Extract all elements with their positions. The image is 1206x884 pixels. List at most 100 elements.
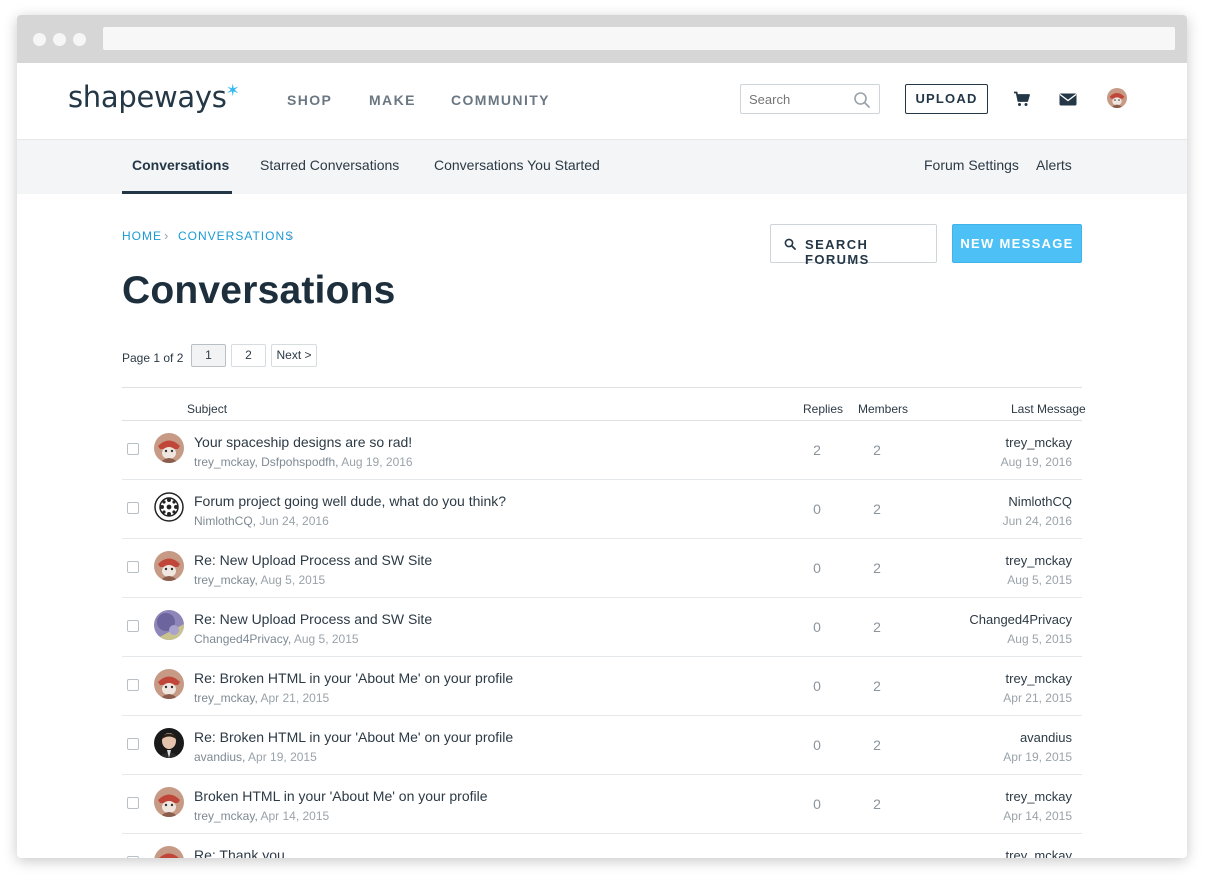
started-date: Aug 5, 2015 xyxy=(260,573,326,587)
mail-icon[interactable] xyxy=(1059,93,1077,106)
last-message-user[interactable]: trey_mckay xyxy=(1006,848,1072,858)
search-icon xyxy=(784,238,796,250)
conversation-subject-link[interactable]: Re: Broken HTML in your 'About Me' on yo… xyxy=(194,670,513,686)
conversation-subject-link[interactable]: Re: Broken HTML in your 'About Me' on yo… xyxy=(194,729,513,745)
last-message-date: Aug 19, 2016 xyxy=(1000,455,1072,469)
row-checkbox[interactable] xyxy=(127,856,139,858)
tab-conversations-you-started[interactable]: Conversations You Started xyxy=(434,157,600,173)
conversation-meta: trey_mckay, Aug 5, 2015 xyxy=(194,573,325,587)
row-checkbox[interactable] xyxy=(127,679,139,691)
shapeways-logo[interactable]: shapeways✶ xyxy=(68,80,241,114)
column-header-subject: Subject xyxy=(187,402,228,416)
table-row[interactable]: Re: Broken HTML in your 'About Me' on yo… xyxy=(122,716,1082,775)
address-bar[interactable] xyxy=(103,27,1175,50)
participants[interactable]: avandius, xyxy=(194,750,245,764)
table-row[interactable]: Re: New Upload Process and SW Site trey_m… xyxy=(122,539,1082,598)
participants[interactable]: trey_mckay, Dsfpohspodfh, xyxy=(194,455,339,469)
author-avatar[interactable] xyxy=(154,610,184,640)
tab-starred-conversations[interactable]: Starred Conversations xyxy=(260,157,399,173)
user-avatar[interactable] xyxy=(1107,88,1127,108)
last-message-user[interactable]: trey_mckay xyxy=(1006,435,1072,450)
conversation-subject-link[interactable]: Forum project going well dude, what do y… xyxy=(194,493,506,509)
last-message-date: Apr 14, 2015 xyxy=(1003,809,1072,823)
browser-window: shapeways✶ SHOP MAKE COMMUNITY UPLOAD xyxy=(17,15,1187,858)
last-message-user[interactable]: trey_mckay xyxy=(1006,789,1072,804)
upload-button[interactable]: UPLOAD xyxy=(905,84,988,114)
participants[interactable]: trey_mckay, xyxy=(194,691,258,705)
row-checkbox[interactable] xyxy=(127,502,139,514)
last-message-date: Apr 21, 2015 xyxy=(1003,691,1072,705)
replies-count: 0 xyxy=(813,560,821,576)
conversation-subject-link[interactable]: Broken HTML in your 'About Me' on your p… xyxy=(194,788,488,804)
replies-count: 0 xyxy=(807,855,827,858)
table-row[interactable]: Broken HTML in your 'About Me' on your p… xyxy=(122,775,1082,834)
site-header: shapeways✶ SHOP MAKE COMMUNITY UPLOAD xyxy=(17,63,1187,140)
participants[interactable]: trey_mckay, xyxy=(194,573,258,587)
author-avatar[interactable] xyxy=(154,787,184,817)
conversation-subject-link[interactable]: Your spaceship designs are so rad! xyxy=(194,434,412,450)
nav-shop[interactable]: SHOP xyxy=(287,92,332,108)
author-avatar[interactable] xyxy=(154,728,184,758)
table-row[interactable]: Your spaceship designs are so rad! trey_m… xyxy=(122,421,1082,480)
next-page-button[interactable]: Next > xyxy=(271,344,317,367)
conversation-subject-link[interactable]: Re: New Upload Process and SW Site xyxy=(194,611,432,627)
members-count: 2 xyxy=(873,796,881,812)
author-avatar[interactable] xyxy=(154,433,184,463)
table-top-divider xyxy=(122,387,1082,388)
participants[interactable]: trey_mckay, xyxy=(194,809,258,823)
chevron-right-icon: › xyxy=(164,228,169,243)
last-message-user[interactable]: avandius xyxy=(1020,730,1072,745)
last-message-user[interactable]: Changed4Privacy xyxy=(969,612,1072,627)
alerts-link[interactable]: Alerts xyxy=(1036,157,1072,173)
table-row[interactable]: Re: New Upload Process and SW Site Change… xyxy=(122,598,1082,657)
members-count: 2 xyxy=(873,619,881,635)
author-avatar[interactable] xyxy=(154,669,184,699)
breadcrumb-conversations[interactable]: CONVERSATIONS xyxy=(178,229,294,243)
conversation-meta: trey_mckay, Dsfpohspodfh, Aug 19, 2016 xyxy=(194,455,413,469)
author-avatar[interactable] xyxy=(154,846,184,858)
row-checkbox[interactable] xyxy=(127,797,139,809)
column-header-members: Members xyxy=(858,402,909,416)
page-1-button[interactable]: 1 xyxy=(191,344,226,367)
nav-make[interactable]: MAKE xyxy=(369,92,416,108)
conversation-subject-link[interactable]: Re: Thank you xyxy=(194,847,285,858)
participants[interactable]: NimlothCQ, xyxy=(194,514,256,528)
search-icon[interactable] xyxy=(853,91,871,109)
replies-count: 0 xyxy=(813,796,821,812)
row-checkbox[interactable] xyxy=(127,561,139,573)
table-row[interactable]: Re: Broken HTML in your 'About Me' on yo… xyxy=(122,657,1082,716)
conversation-meta: avandius, Apr 19, 2015 xyxy=(194,750,317,764)
last-message-user[interactable]: trey_mckay xyxy=(1006,671,1072,686)
members-count: 2 xyxy=(873,678,881,694)
tab-conversations[interactable]: Conversations xyxy=(132,157,229,173)
conversation-subject-link[interactable]: Re: New Upload Process and SW Site xyxy=(194,552,432,568)
page-2-button[interactable]: 2 xyxy=(231,344,266,367)
breadcrumb-home[interactable]: HOME xyxy=(122,229,162,243)
row-checkbox[interactable] xyxy=(127,443,139,455)
pagination-label: Page 1 of 2 xyxy=(122,351,184,365)
active-tab-indicator xyxy=(122,191,232,194)
row-checkbox[interactable] xyxy=(127,620,139,632)
last-message-user[interactable]: NimlothCQ xyxy=(1008,494,1072,509)
forum-settings-link[interactable]: Forum Settings xyxy=(924,157,1019,173)
started-date: Aug 5, 2015 xyxy=(293,632,359,646)
author-avatar[interactable] xyxy=(154,551,184,581)
replies-count: 0 xyxy=(813,619,821,635)
conversation-meta: trey_mckay, Apr 21, 2015 xyxy=(194,691,329,705)
replies-count: 0 xyxy=(813,737,821,753)
participants[interactable]: Changed4Privacy, xyxy=(194,632,291,646)
new-message-button[interactable]: NEW MESSAGE xyxy=(952,224,1082,263)
last-message-user[interactable]: trey_mckay xyxy=(1006,553,1072,568)
row-checkbox[interactable] xyxy=(127,738,139,750)
search-forums-button[interactable]: SEARCH FORUMS xyxy=(770,224,937,267)
logo-star-icon: ✶ xyxy=(225,81,240,101)
nav-community[interactable]: COMMUNITY xyxy=(451,92,550,108)
table-row[interactable]: Re: Thank you 0 2 trey_mckay xyxy=(122,834,1082,858)
table-row[interactable]: Forum project going well dude, what do y… xyxy=(122,480,1082,539)
search-input[interactable] xyxy=(749,91,849,108)
cart-icon[interactable] xyxy=(1013,91,1031,107)
members-count: 2 xyxy=(867,855,887,858)
avatar-image xyxy=(1107,88,1127,108)
author-avatar[interactable] xyxy=(154,492,184,522)
conversation-meta: Changed4Privacy, Aug 5, 2015 xyxy=(194,632,359,646)
